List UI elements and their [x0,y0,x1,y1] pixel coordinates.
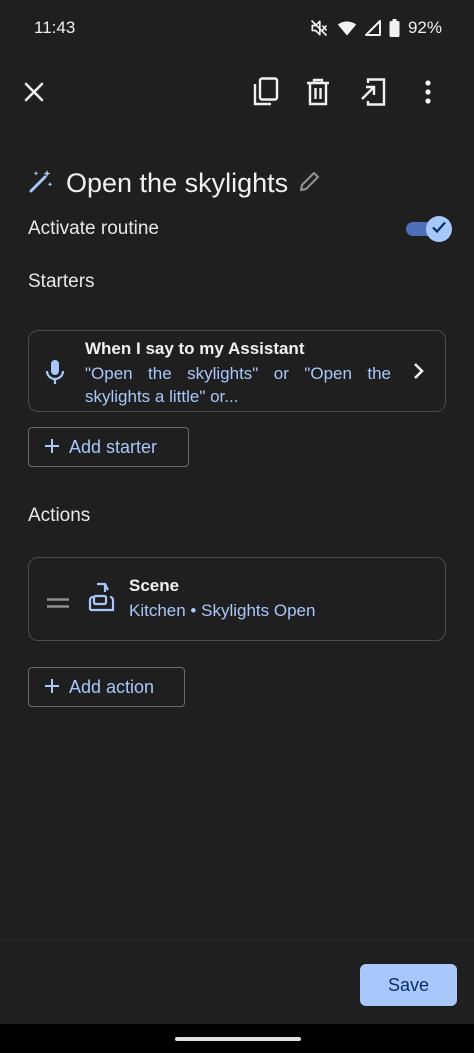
activate-routine-row: Activate routine [28,212,452,246]
close-button[interactable] [12,66,56,122]
actions-heading: Actions [28,505,91,526]
check-icon [431,219,447,240]
more-options-button[interactable] [406,66,450,122]
footer-divider [0,940,474,941]
save-button[interactable]: Save [360,964,457,1006]
add-starter-button[interactable]: Add starter [28,427,189,467]
more-vert-icon [425,79,431,109]
delete-button[interactable] [296,66,340,122]
duplicate-icon [253,76,279,112]
add-action-button[interactable]: Add action [28,667,185,707]
battery-icon [389,19,400,37]
delete-icon [306,78,330,111]
starter-card[interactable]: When I say to my Assistant "Open the sky… [28,330,446,412]
activate-routine-toggle[interactable] [406,216,452,242]
top-toolbar [0,66,474,122]
signal-icon [364,20,381,36]
edit-pencil-icon [298,171,322,197]
action-title: Scene [129,576,180,595]
status-icons: 92% [309,18,442,38]
action-card[interactable]: Scene Kitchen • Skylights Open [28,557,446,641]
starter-subtitle: "Open the skylights" or "Open the skylig… [85,364,391,406]
add-to-home-button[interactable] [351,66,395,122]
mute-icon [309,18,329,38]
battery-percent: 92% [407,18,442,37]
mic-icon [45,359,65,390]
scene-icon [87,582,115,617]
status-time: 11:43 [34,18,76,37]
plus-icon [45,437,59,458]
starters-heading: Starters [28,271,95,292]
starter-title: When I say to my Assistant [85,339,305,358]
drag-handle-icon[interactable] [47,595,69,613]
routine-title-row: Open the skylights [28,160,448,206]
navigation-bar [0,1024,474,1053]
wifi-icon [337,19,357,37]
edit-title-button[interactable] [298,169,322,198]
toggle-thumb [426,216,452,242]
activate-routine-label: Activate routine [28,218,159,239]
magic-wand-icon [28,168,54,199]
home-gesture-handle[interactable] [175,1037,301,1041]
status-bar: 11:43 92% [0,0,474,56]
close-icon [23,81,45,108]
chevron-right-icon [413,362,425,385]
plus-icon [45,677,59,698]
action-subtitle: Kitchen • Skylights Open [129,601,316,620]
add-to-home-icon [360,77,386,112]
routine-title: Open the skylights [66,167,289,198]
add-starter-label: Add starter [69,436,158,457]
duplicate-button[interactable] [244,66,288,122]
add-action-label: Add action [69,676,155,697]
